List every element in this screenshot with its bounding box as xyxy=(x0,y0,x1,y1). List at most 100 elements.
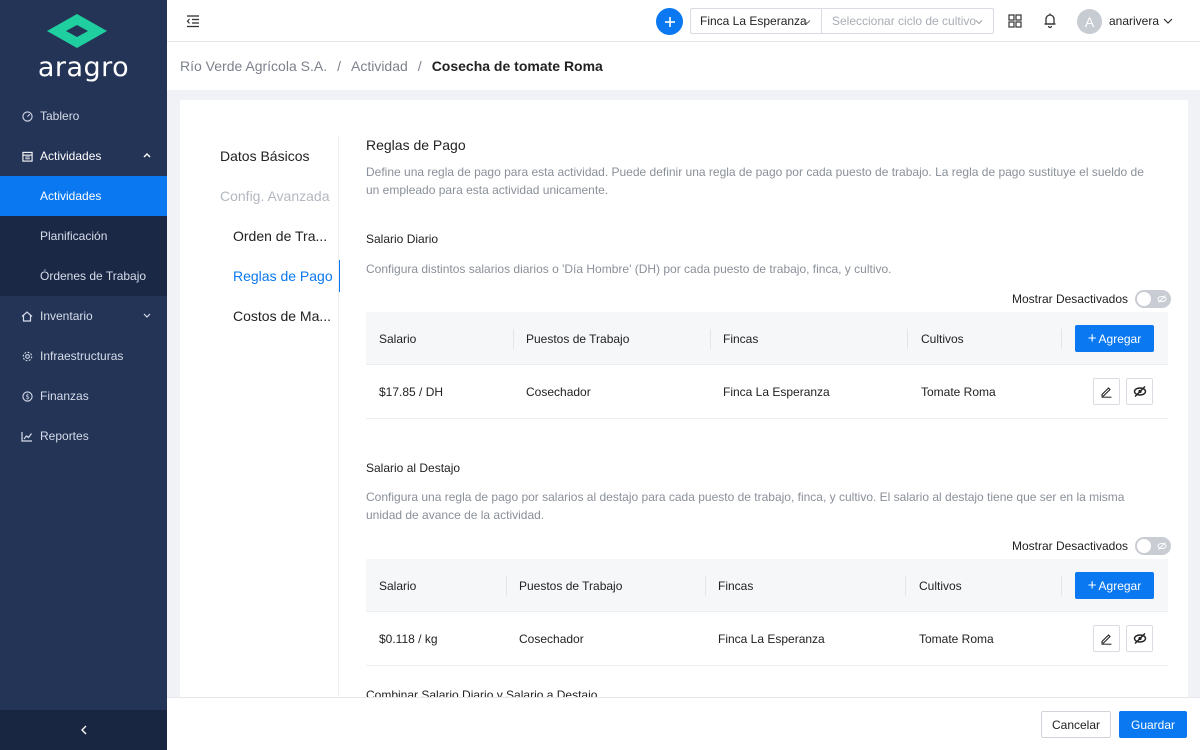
daily-salary-table: Salario Puestos de Trabajo Fincas Cultiv… xyxy=(366,312,1168,419)
sidebar-item-planificacion[interactable]: Planificación xyxy=(0,216,167,256)
chart-icon xyxy=(20,429,34,443)
subnav-item-config-avanzada: Config. Avanzada xyxy=(220,188,330,204)
brand-logo[interactable]: aragro xyxy=(0,0,167,95)
crop-cycle-select[interactable]: Seleccionar ciclo de cultivo xyxy=(821,8,994,34)
farm-select[interactable]: Finca La Esperanza xyxy=(690,8,822,34)
activity-settings-card: Datos Básicos Config. Avanzada Orden de … xyxy=(180,100,1188,698)
breadcrumb-separator: / xyxy=(337,58,341,74)
add-button-label: Agregar xyxy=(1098,331,1142,346)
sidebar-nav: Tablero Actividades Actividades Planific… xyxy=(0,96,167,456)
column-header-salary: Salario xyxy=(379,578,417,593)
plus-icon xyxy=(664,16,675,27)
sidebar-item-label: Actividades xyxy=(40,149,102,163)
sidebar-item-inventario[interactable]: Inventario xyxy=(0,296,167,336)
chevron-down-icon xyxy=(975,20,983,25)
column-header-crops: Cultivos xyxy=(919,578,962,593)
cancel-button[interactable]: Cancelar xyxy=(1041,711,1111,738)
sidebar-collapse-button[interactable] xyxy=(0,710,167,750)
gear-icon xyxy=(20,349,34,363)
show-disabled-label: Mostrar Desactivados xyxy=(1011,292,1128,306)
piece-salary-description: Configura una regla de pago por salarios… xyxy=(366,490,1125,522)
avatar[interactable]: A xyxy=(1077,9,1102,34)
piece-salary-table: Salario Puestos de Trabajo Fincas Cultiv… xyxy=(366,559,1168,666)
chevron-down-icon xyxy=(143,313,151,318)
sidebar-item-infraestructuras[interactable]: Infraestructuras xyxy=(0,336,167,376)
add-daily-rule-button[interactable]: + Agregar xyxy=(1075,325,1154,352)
breadcrumb-org[interactable]: Río Verde Agrícola S.A. xyxy=(180,58,327,74)
piece-salary-title: Salario al Destajo xyxy=(366,461,461,475)
table-header: Salario Puestos de Trabajo Fincas Cultiv… xyxy=(366,559,1168,612)
column-divider xyxy=(1061,576,1062,596)
sidebar-item-reportes[interactable]: Reportes xyxy=(0,416,167,456)
show-disabled-toggle[interactable] xyxy=(1135,290,1171,308)
subnav-item-orden-de-trabajo[interactable]: Orden de Tra... xyxy=(180,216,340,256)
cell-position: Cosechador xyxy=(526,385,591,399)
chevron-left-icon xyxy=(80,725,86,735)
breadcrumb-current: Cosecha de tomate Roma xyxy=(431,58,603,74)
breadcrumb-section[interactable]: Actividad xyxy=(351,58,408,74)
eye-off-icon xyxy=(1133,633,1146,644)
add-piece-rule-button[interactable]: + Agregar xyxy=(1075,572,1154,599)
subnav-item-datos-basicos[interactable]: Datos Básicos xyxy=(180,136,340,176)
logo-diamond-icon xyxy=(47,14,107,48)
settings-subnav: Datos Básicos Config. Avanzada Orden de … xyxy=(180,136,340,336)
show-disabled-piece: Mostrar Desactivados xyxy=(1012,537,1171,555)
save-button[interactable]: Guardar xyxy=(1119,711,1187,738)
disable-rule-button[interactable] xyxy=(1126,625,1153,652)
crop-cycle-placeholder: Seleccionar ciclo de cultivo xyxy=(832,14,977,28)
sidebar-item-finanzas[interactable]: $ Finanzas xyxy=(0,376,167,416)
column-divider xyxy=(1061,329,1062,349)
sidebar-item-tablero[interactable]: Tablero xyxy=(0,96,167,136)
quick-add-button[interactable] xyxy=(656,8,683,35)
sidebar-item-ordenes-de-trabajo[interactable]: Órdenes de Trabajo xyxy=(0,256,167,296)
sidebar-item-label: Planificación xyxy=(40,229,108,243)
bell-icon[interactable] xyxy=(1042,12,1058,29)
section-title: Reglas de Pago xyxy=(366,137,466,153)
brand-name: aragro xyxy=(37,52,130,83)
subnav-item-costos-de-mano[interactable]: Costos de Ma... xyxy=(180,296,340,336)
cell-farm: Finca La Esperanza xyxy=(723,385,830,399)
eye-off-icon xyxy=(1157,542,1167,550)
sidebar-submenu-actividades: Actividades Planificación Órdenes de Tra… xyxy=(0,176,167,296)
chevron-down-icon[interactable] xyxy=(1162,15,1174,27)
daily-salary-description: Configura distintos salarios diarios o '… xyxy=(366,262,892,276)
eye-off-icon xyxy=(1157,295,1167,303)
sidebar-item-actividades[interactable]: Actividades xyxy=(0,176,167,216)
show-disabled-label: Mostrar Desactivados xyxy=(1011,539,1128,553)
sidebar-item-label: Órdenes de Trabajo xyxy=(40,269,147,283)
breadcrumb: Río Verde Agrícola S.A. / Actividad / Co… xyxy=(167,42,1200,90)
subnav-item-reglas-de-pago[interactable]: Reglas de Pago xyxy=(180,256,340,296)
sidebar-item-label: Actividades xyxy=(40,189,102,203)
farm-select-value: Finca La Esperanza xyxy=(700,14,807,28)
cell-crop: Tomate Roma xyxy=(919,632,994,646)
show-disabled-toggle[interactable] xyxy=(1135,537,1171,555)
chevron-down-icon xyxy=(803,20,811,25)
cell-farm: Finca La Esperanza xyxy=(718,632,825,646)
apps-grid-icon[interactable] xyxy=(1008,14,1022,28)
toggle-knob xyxy=(1137,539,1151,553)
sidebar-item-actividades-group[interactable]: Actividades xyxy=(0,136,167,176)
sidebar-item-label: Infraestructuras xyxy=(40,349,124,363)
gauge-icon xyxy=(20,109,34,123)
plus-icon: + xyxy=(1087,577,1097,594)
column-header-crops: Cultivos xyxy=(921,331,964,346)
table-header: Salario Puestos de Trabajo Fincas Cultiv… xyxy=(366,312,1168,365)
edit-rule-button[interactable] xyxy=(1093,625,1120,652)
column-divider xyxy=(905,576,906,596)
column-divider xyxy=(513,329,514,349)
edit-rule-button[interactable] xyxy=(1093,378,1120,405)
cell-position: Cosechador xyxy=(519,632,584,646)
disable-rule-button[interactable] xyxy=(1126,378,1153,405)
column-header-positions: Puestos de Trabajo xyxy=(526,331,630,346)
menu-fold-icon[interactable] xyxy=(185,13,201,29)
pencil-icon xyxy=(1101,387,1112,398)
sidebar-item-label: Tablero xyxy=(40,109,80,123)
column-divider xyxy=(506,576,507,596)
username[interactable]: anarivera xyxy=(1109,14,1159,28)
sidebar-item-label: Inventario xyxy=(40,309,93,323)
column-divider xyxy=(907,329,908,349)
pencil-icon xyxy=(1101,634,1112,645)
section-description: Define una regla de pago para esta activ… xyxy=(366,165,1144,197)
calendar-icon xyxy=(20,149,34,163)
cell-crop: Tomate Roma xyxy=(921,385,996,399)
